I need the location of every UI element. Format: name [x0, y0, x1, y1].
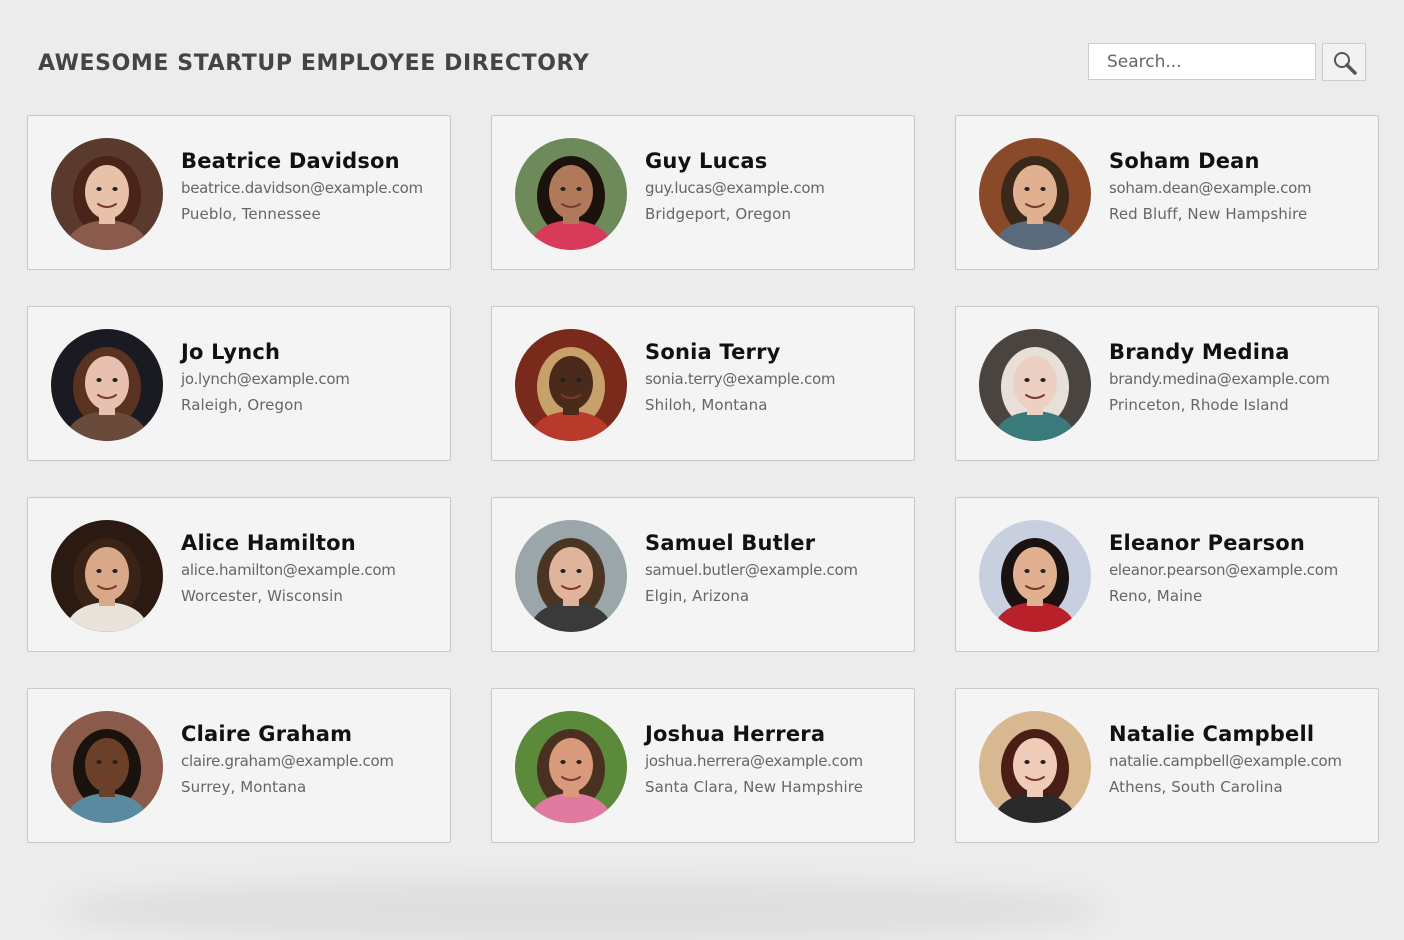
employee-location: Pueblo, Tennessee: [181, 205, 321, 223]
search-input[interactable]: [1088, 43, 1316, 80]
employee-card[interactable]: Jo Lynch jo.lynch@example.com Raleigh, O…: [27, 306, 451, 461]
employee-location: Surrey, Montana: [181, 778, 307, 796]
employee-location: Princeton, Rhode Island: [1109, 396, 1289, 414]
employee-email: jo.lynch@example.com: [181, 370, 350, 388]
employee-location: Worcester, Wisconsin: [181, 587, 343, 605]
employee-info: Eleanor Pearson eleanor.pearson@example.…: [1109, 530, 1371, 606]
employee-name: Natalie Campbell: [1109, 722, 1315, 746]
employee-card[interactable]: Sonia Terry sonia.terry@example.com Shil…: [491, 306, 915, 461]
employee-card[interactable]: Guy Lucas guy.lucas@example.com Bridgepo…: [491, 115, 915, 270]
avatar: [51, 520, 163, 632]
avatar: [51, 138, 163, 250]
employee-location: Red Bluff, New Hampshire: [1109, 205, 1308, 223]
page-header: AWESOME STARTUP EMPLOYEE DIRECTORY: [0, 0, 1404, 110]
avatar: [979, 520, 1091, 632]
avatar: [51, 329, 163, 441]
employee-card[interactable]: Natalie Campbell natalie.campbell@exampl…: [955, 688, 1379, 843]
employee-name: Eleanor Pearson: [1109, 531, 1306, 555]
employee-info: Natalie Campbell natalie.campbell@exampl…: [1109, 721, 1371, 797]
employee-info: Sonia Terry sonia.terry@example.com Shil…: [645, 339, 907, 415]
avatar: [979, 138, 1091, 250]
employee-info: Joshua Herrera joshua.herrera@example.co…: [645, 721, 907, 797]
employee-location: Santa Clara, New Hampshire: [645, 778, 864, 796]
employee-email: claire.graham@example.com: [181, 752, 394, 770]
employee-name: Alice Hamilton: [181, 531, 356, 555]
employee-name: Brandy Medina: [1109, 340, 1290, 364]
employee-info: Samuel Butler samuel.butler@example.com …: [645, 530, 907, 606]
employee-name: Samuel Butler: [645, 531, 816, 555]
bottom-shadow: [60, 880, 1104, 940]
employee-location: Shiloh, Montana: [645, 396, 768, 414]
page-title: AWESOME STARTUP EMPLOYEE DIRECTORY: [38, 51, 590, 76]
employee-name: Joshua Herrera: [645, 722, 826, 746]
employee-location: Bridgeport, Oregon: [645, 205, 792, 223]
employee-name: Sonia Terry: [645, 340, 781, 364]
employee-location: Athens, South Carolina: [1109, 778, 1283, 796]
employee-email: sonia.terry@example.com: [645, 370, 836, 388]
employee-email: natalie.campbell@example.com: [1109, 752, 1342, 770]
employee-email: alice.hamilton@example.com: [181, 561, 396, 579]
employee-card[interactable]: Claire Graham claire.graham@example.com …: [27, 688, 451, 843]
employee-grid: Beatrice Davidson beatrice.davidson@exam…: [27, 115, 1379, 843]
employee-card[interactable]: Soham Dean soham.dean@example.com Red Bl…: [955, 115, 1379, 270]
employee-info: Alice Hamilton alice.hamilton@example.co…: [181, 530, 443, 606]
employee-card[interactable]: Eleanor Pearson eleanor.pearson@example.…: [955, 497, 1379, 652]
employee-email: joshua.herrera@example.com: [645, 752, 863, 770]
employee-name: Jo Lynch: [181, 340, 281, 364]
avatar: [515, 711, 627, 823]
employee-name: Beatrice Davidson: [181, 149, 400, 173]
employee-card[interactable]: Beatrice Davidson beatrice.davidson@exam…: [27, 115, 451, 270]
employee-email: soham.dean@example.com: [1109, 179, 1312, 197]
avatar: [515, 329, 627, 441]
employee-location: Reno, Maine: [1109, 587, 1203, 605]
employee-name: Claire Graham: [181, 722, 353, 746]
employee-name: Soham Dean: [1109, 149, 1260, 173]
avatar: [515, 520, 627, 632]
employee-location: Raleigh, Oregon: [181, 396, 303, 414]
employee-email: brandy.medina@example.com: [1109, 370, 1330, 388]
employee-card[interactable]: Joshua Herrera joshua.herrera@example.co…: [491, 688, 915, 843]
avatar: [979, 329, 1091, 441]
employee-email: beatrice.davidson@example.com: [181, 179, 423, 197]
employee-info: Claire Graham claire.graham@example.com …: [181, 721, 443, 797]
employee-card[interactable]: Brandy Medina brandy.medina@example.com …: [955, 306, 1379, 461]
search-icon: [1334, 52, 1357, 75]
employee-info: Beatrice Davidson beatrice.davidson@exam…: [181, 148, 443, 224]
avatar: [515, 138, 627, 250]
employee-card[interactable]: Alice Hamilton alice.hamilton@example.co…: [27, 497, 451, 652]
employee-email: samuel.butler@example.com: [645, 561, 858, 579]
employee-card[interactable]: Samuel Butler samuel.butler@example.com …: [491, 497, 915, 652]
avatar: [979, 711, 1091, 823]
search-button[interactable]: [1322, 43, 1366, 81]
employee-info: Brandy Medina brandy.medina@example.com …: [1109, 339, 1371, 415]
employee-email: eleanor.pearson@example.com: [1109, 561, 1338, 579]
avatar: [51, 711, 163, 823]
employee-info: Soham Dean soham.dean@example.com Red Bl…: [1109, 148, 1371, 224]
employee-name: Guy Lucas: [645, 149, 768, 173]
employee-info: Guy Lucas guy.lucas@example.com Bridgepo…: [645, 148, 907, 224]
employee-location: Elgin, Arizona: [645, 587, 750, 605]
employee-info: Jo Lynch jo.lynch@example.com Raleigh, O…: [181, 339, 443, 415]
employee-email: guy.lucas@example.com: [645, 179, 825, 197]
